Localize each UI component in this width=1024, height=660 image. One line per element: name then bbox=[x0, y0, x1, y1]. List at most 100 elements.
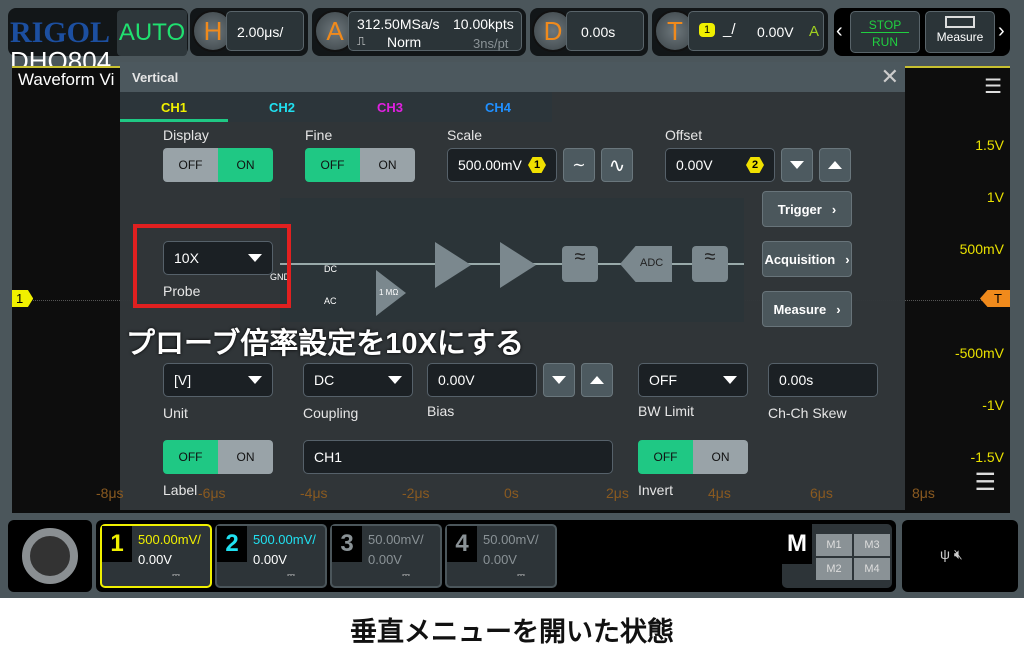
trigger-mode: A bbox=[809, 23, 820, 40]
display-off[interactable]: OFF bbox=[163, 148, 218, 182]
scale-input[interactable]: 500.00mV 1 bbox=[447, 148, 557, 182]
chevron-right-icon: › bbox=[836, 301, 841, 317]
active-tab-indicator bbox=[120, 119, 228, 122]
stop-run-button[interactable]: STOP RUN bbox=[850, 11, 920, 53]
math-grid: M1 M3 M2 M4 bbox=[816, 534, 890, 580]
scale-fine-button[interactable]: ∿ bbox=[601, 148, 633, 182]
delay-control[interactable]: D 0.00s bbox=[530, 8, 648, 56]
skew-value: 0.00s bbox=[779, 372, 814, 388]
channel-scale: 50.00mV/ bbox=[368, 532, 424, 547]
x-axis-label: 8μs bbox=[912, 485, 935, 501]
stop-label: STOP bbox=[861, 18, 909, 33]
acquisition-nav-button[interactable]: Acquisition › bbox=[762, 241, 852, 277]
channel-4-button[interactable]: 4 50.00mV/ 0.00V ⎓ bbox=[445, 524, 557, 588]
y-axis-label: -1.5V bbox=[970, 449, 1004, 465]
channel-1-button[interactable]: 1 500.00mV/ 0.00V ⎓ bbox=[100, 524, 212, 588]
invert-on[interactable]: ON bbox=[693, 440, 748, 474]
label-toggle[interactable]: OFF ON bbox=[163, 440, 273, 474]
dialog-header: Vertical ✕ bbox=[120, 62, 905, 92]
dropdown-arrow-icon bbox=[723, 376, 737, 384]
trigger-nav-button[interactable]: Trigger › bbox=[762, 191, 852, 227]
scale-coarse-button[interactable]: ∼ bbox=[563, 148, 595, 182]
unit-dropdown[interactable]: [V] bbox=[163, 363, 273, 397]
math-item[interactable]: M4 bbox=[854, 558, 890, 580]
chevron-right-icon[interactable]: › bbox=[998, 20, 1005, 43]
trigger-level: 0.00V bbox=[757, 24, 794, 40]
close-icon[interactable]: ✕ bbox=[881, 64, 899, 90]
offset-input[interactable]: 0.00V 2 bbox=[665, 148, 775, 182]
rising-edge-icon: _/ bbox=[723, 21, 736, 38]
channel-offset: 0.00V bbox=[368, 552, 402, 567]
tab-ch3[interactable]: CH3 bbox=[336, 92, 444, 122]
offset-up-button[interactable] bbox=[819, 148, 851, 182]
chevron-left-icon[interactable]: ‹ bbox=[836, 20, 843, 43]
measure-nav-button[interactable]: Measure › bbox=[762, 291, 852, 327]
fine-on[interactable]: ON bbox=[360, 148, 415, 182]
delay-value: 0.00s bbox=[566, 11, 644, 51]
math-item[interactable]: M2 bbox=[816, 558, 852, 580]
acq-mode: Norm bbox=[387, 34, 422, 50]
offset-value: 0.00V bbox=[676, 157, 713, 173]
bias-up-button[interactable] bbox=[581, 363, 613, 397]
signal-path-diagram: GND DC AC 1 MΩ ≈ ADC ≈ bbox=[270, 198, 744, 322]
label-off[interactable]: OFF bbox=[163, 440, 218, 474]
label-text-input[interactable]: CH1 bbox=[303, 440, 613, 474]
skew-input[interactable]: 0.00s bbox=[768, 363, 878, 397]
up-arrow-icon bbox=[590, 376, 604, 384]
tab-ch4[interactable]: CH4 bbox=[444, 92, 552, 122]
gain-amp-icon bbox=[500, 242, 536, 288]
channel-2-button[interactable]: 2 500.00mV/ 0.00V ⎓ bbox=[215, 524, 327, 588]
channel-offset: 0.00V bbox=[483, 552, 517, 567]
fine-off[interactable]: OFF bbox=[305, 148, 360, 182]
coupling-dropdown[interactable]: DC bbox=[303, 363, 413, 397]
math-letter: M bbox=[782, 524, 812, 564]
timebase-value: 2.00μs/ bbox=[226, 11, 304, 51]
y-axis-label: 500mV bbox=[959, 241, 1004, 257]
x-axis-label: 4μs bbox=[708, 485, 731, 501]
horizontal-control[interactable]: H 2.00μs/ bbox=[190, 8, 308, 56]
bw-limit-label: BW Limit bbox=[638, 403, 694, 419]
view-title: Waveform Vi bbox=[18, 70, 115, 89]
trigger-control[interactable]: T 1 _/ 0.00V A bbox=[652, 8, 828, 56]
trigger-source-badge: 1 bbox=[699, 23, 716, 37]
probe-dropdown[interactable]: 10X bbox=[163, 241, 273, 275]
invert-off[interactable]: OFF bbox=[638, 440, 693, 474]
channel-3-button[interactable]: 3 50.00mV/ 0.00V ⎓ bbox=[330, 524, 442, 588]
acquisition-nav-label: Acquisition bbox=[764, 251, 836, 267]
label-on[interactable]: ON bbox=[218, 440, 273, 474]
knob-1-icon: 1 bbox=[528, 157, 546, 173]
coupling-label: Coupling bbox=[303, 405, 359, 421]
usb-icon: ψ bbox=[940, 546, 950, 562]
measure-button[interactable]: Measure bbox=[925, 11, 995, 53]
up-arrow-icon bbox=[828, 161, 842, 169]
invert-label: Invert bbox=[638, 482, 674, 498]
menu-icon[interactable]: ☰ bbox=[984, 74, 1002, 99]
bias-input[interactable]: 0.00V bbox=[427, 363, 537, 397]
run-label: RUN bbox=[872, 35, 898, 49]
home-button[interactable] bbox=[8, 520, 92, 592]
chevron-right-icon: › bbox=[845, 251, 850, 267]
auto-button[interactable]: AUTO bbox=[117, 10, 187, 56]
mute-icon[interactable]: 🔇︎ bbox=[954, 546, 963, 562]
math-panel[interactable]: M M1 M3 M2 M4 bbox=[782, 524, 892, 588]
label-label: Label bbox=[163, 482, 198, 498]
acq-box: 312.50MSa/s 10.00kpts ⎍ Norm 3ns/pt bbox=[348, 11, 522, 51]
display-on[interactable]: ON bbox=[218, 148, 273, 182]
tab-ch2[interactable]: CH2 bbox=[228, 92, 336, 122]
tab-ch1[interactable]: CH1 bbox=[120, 92, 228, 122]
knob-2-icon: 2 bbox=[746, 157, 764, 173]
display-toggle[interactable]: OFF ON bbox=[163, 148, 273, 182]
math-item[interactable]: M1 bbox=[816, 534, 852, 556]
math-item[interactable]: M3 bbox=[854, 534, 890, 556]
trigger-nav-label: Trigger bbox=[777, 201, 822, 217]
collapse-icon[interactable]: ☰ bbox=[974, 468, 996, 497]
y-axis-label: -1V bbox=[982, 397, 1004, 413]
dc-coupling-icon: ⎓ bbox=[402, 570, 410, 581]
bias-down-button[interactable] bbox=[543, 363, 575, 397]
label-text-value: CH1 bbox=[314, 449, 343, 465]
acquisition-control[interactable]: A 312.50MSa/s 10.00kpts ⎍ Norm 3ns/pt bbox=[312, 8, 526, 56]
bw-limit-dropdown[interactable]: OFF bbox=[638, 363, 748, 397]
offset-down-button[interactable] bbox=[781, 148, 813, 182]
fine-toggle[interactable]: OFF ON bbox=[305, 148, 415, 182]
invert-toggle[interactable]: OFF ON bbox=[638, 440, 748, 474]
